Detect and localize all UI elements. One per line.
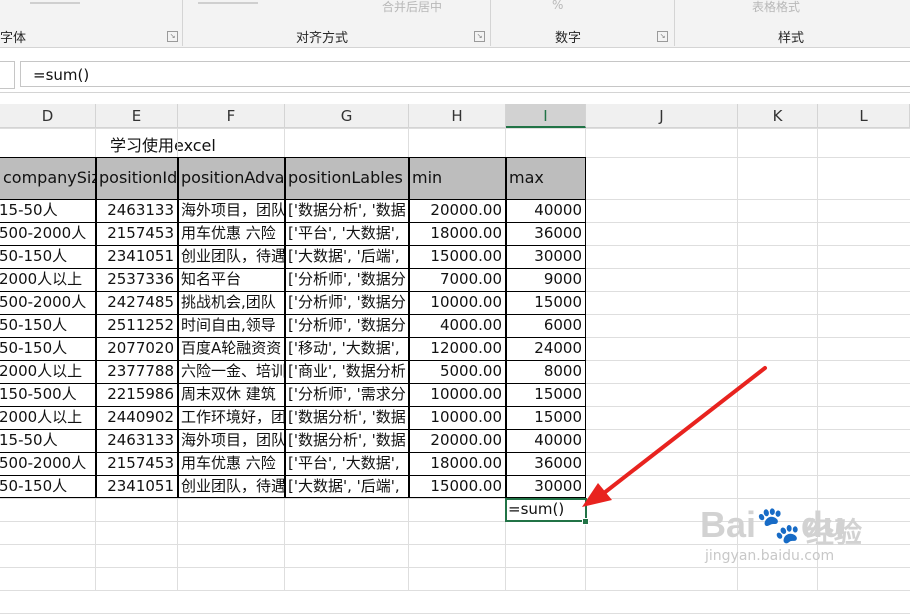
grid-row-line bbox=[0, 590, 910, 591]
annotation-arrow bbox=[582, 366, 767, 507]
